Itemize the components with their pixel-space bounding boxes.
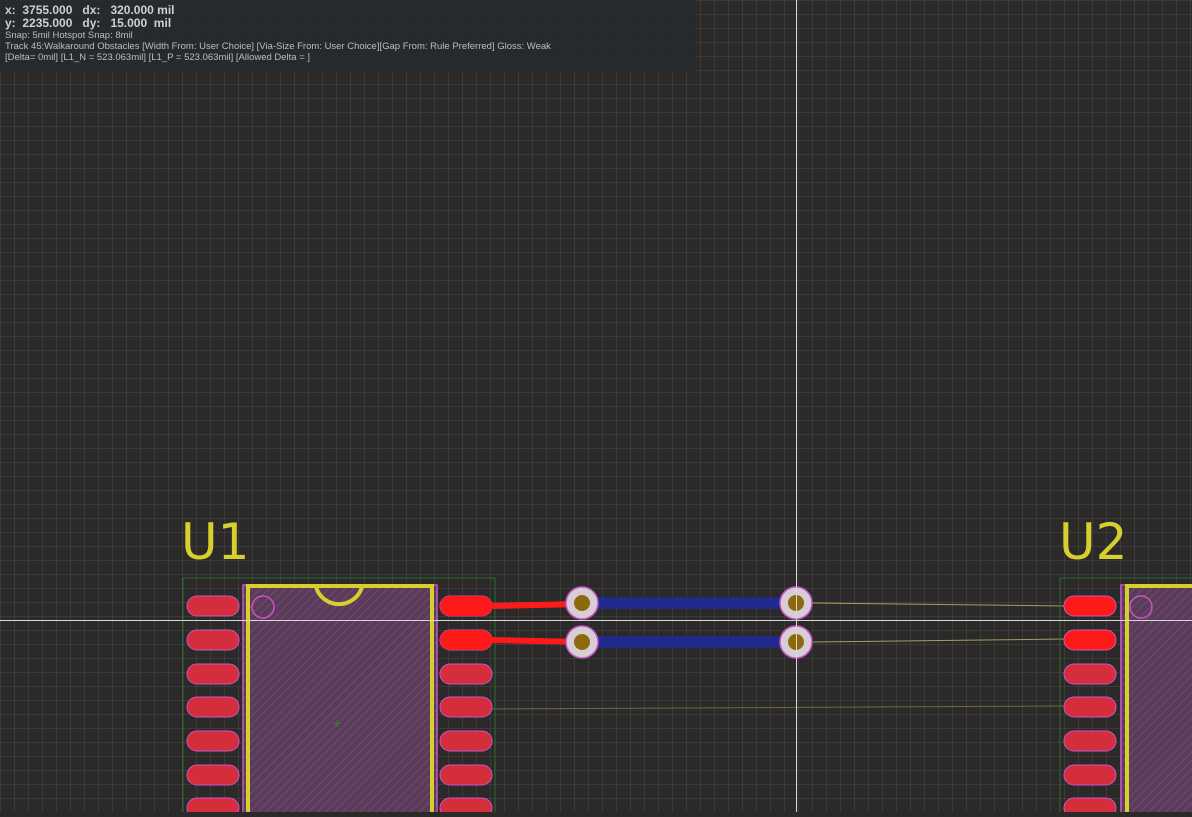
u2-pad[interactable] <box>1063 696 1117 718</box>
grid <box>0 0 1192 812</box>
u1-pad[interactable] <box>439 797 493 817</box>
u2-designator: U2 <box>1059 513 1127 571</box>
u2-body <box>1120 584 1192 817</box>
u1-body <box>242 584 438 817</box>
pcb-canvas[interactable]: + U1 U2 x: 3755.000 dx: 320.000 mil y: 2… <box>0 0 1192 817</box>
via[interactable] <box>565 625 599 659</box>
u1-designator: U1 <box>181 513 249 571</box>
u2-pad[interactable] <box>1063 595 1117 617</box>
u1-pad[interactable] <box>186 730 240 752</box>
u1-pad[interactable] <box>186 663 240 685</box>
u1-pad[interactable] <box>186 696 240 718</box>
u2-pad[interactable] <box>1063 663 1117 685</box>
via[interactable] <box>565 586 599 620</box>
u1-origin-marker: + <box>333 715 341 731</box>
u2-pad[interactable] <box>1063 797 1117 817</box>
u1-pad[interactable] <box>186 764 240 786</box>
u1-pad[interactable] <box>439 696 493 718</box>
track-top-layer[interactable] <box>440 596 492 616</box>
u1-pad[interactable] <box>439 764 493 786</box>
u2-pad[interactable] <box>1063 629 1117 651</box>
u1-pad[interactable] <box>439 663 493 685</box>
u1-pad[interactable] <box>186 797 240 817</box>
u2-pad[interactable] <box>1063 730 1117 752</box>
track-top-layer[interactable] <box>440 630 492 650</box>
u1-pad[interactable] <box>186 629 240 651</box>
u2-pad[interactable] <box>1063 764 1117 786</box>
u1-pad[interactable] <box>186 595 240 617</box>
u1-pad[interactable] <box>439 730 493 752</box>
